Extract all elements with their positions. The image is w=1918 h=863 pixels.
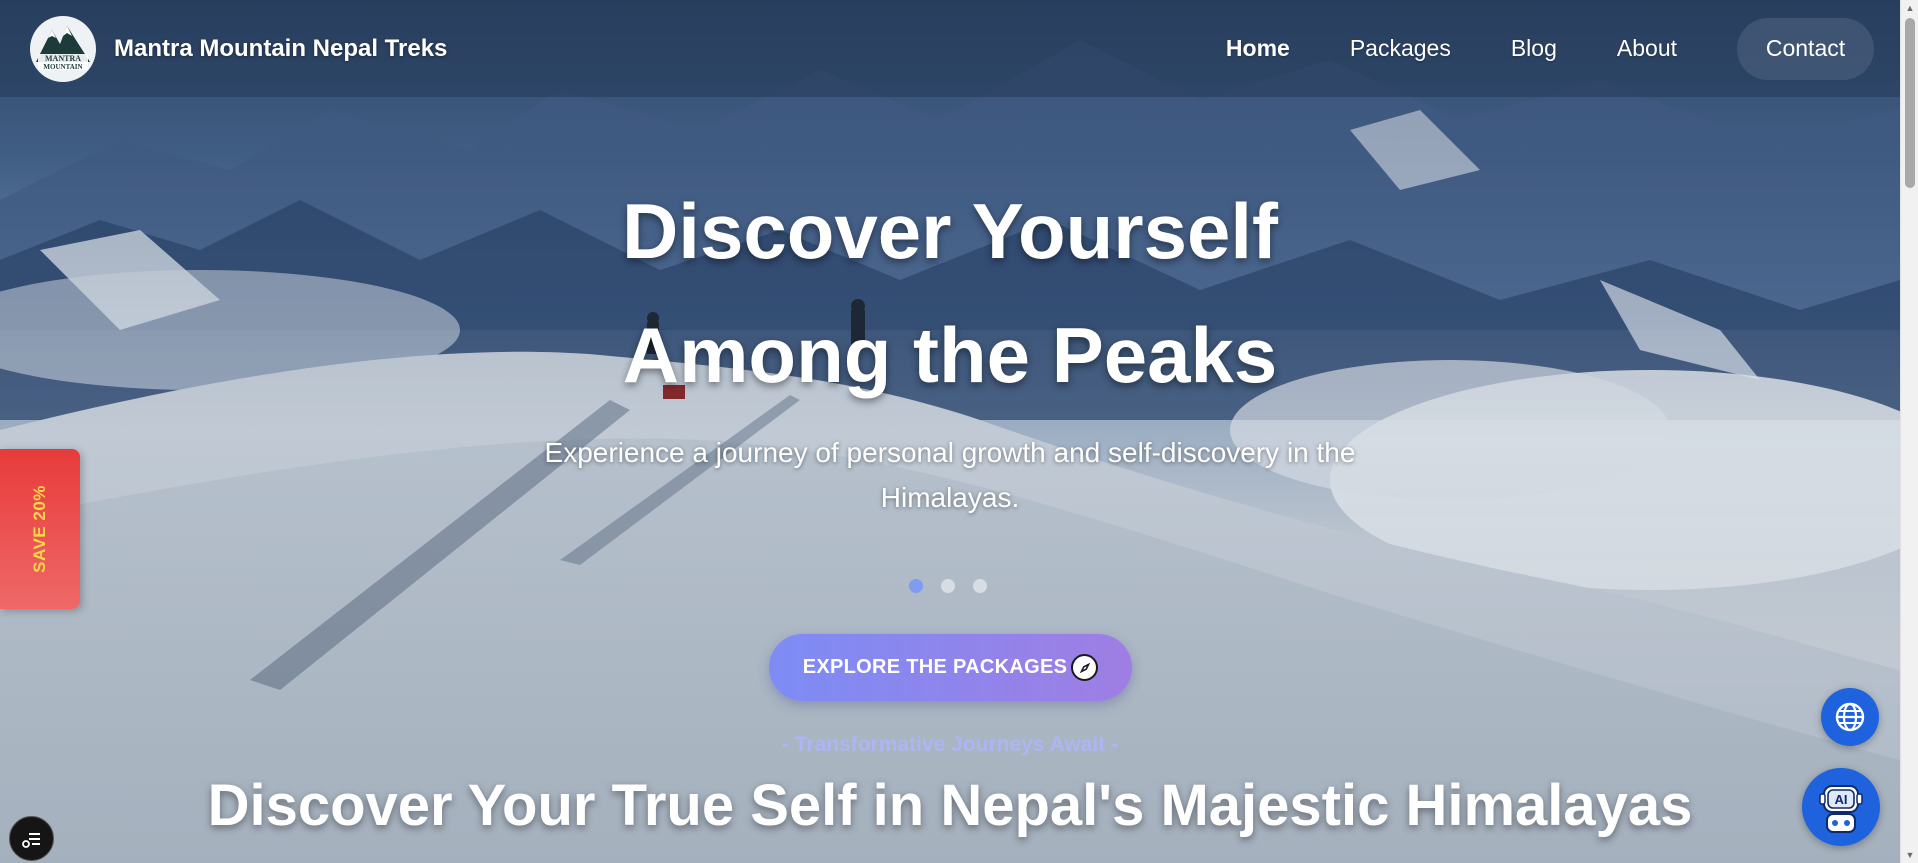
slider-dot-3[interactable] bbox=[973, 579, 987, 593]
svg-text:MOUNTAIN: MOUNTAIN bbox=[43, 63, 82, 71]
brand-name[interactable]: Mantra Mountain Nepal Treks bbox=[114, 35, 447, 63]
brand[interactable]: MANTRA MOUNTAIN Mantra Mountain Nepal Tr… bbox=[30, 15, 447, 82]
language-globe-button[interactable] bbox=[1821, 688, 1879, 746]
explore-packages-button[interactable]: EXPLORE THE PACKAGES bbox=[769, 634, 1132, 701]
scrollbar-thumb[interactable] bbox=[1905, 18, 1915, 188]
filter-menu-button[interactable] bbox=[9, 816, 54, 861]
globe-icon bbox=[1835, 702, 1865, 732]
mountain-logo-icon: MANTRA MOUNTAIN bbox=[31, 16, 95, 81]
compass-icon bbox=[1071, 654, 1099, 681]
brand-logo[interactable]: MANTRA MOUNTAIN bbox=[30, 15, 96, 82]
hero-title-line1: Discover Yourself bbox=[621, 187, 1279, 275]
nav-blog[interactable]: Blog bbox=[1511, 35, 1557, 62]
filter-icon bbox=[21, 832, 40, 848]
svg-text:MANTRA: MANTRA bbox=[45, 54, 81, 63]
scroll-up-arrow-icon[interactable]: ▲ bbox=[1901, 0, 1918, 16]
page-scrollbar[interactable]: ▲ ▼ bbox=[1900, 0, 1918, 863]
main-nav: Home Packages Blog About Contact bbox=[1226, 0, 1900, 97]
explore-packages-label: EXPLORE THE PACKAGES bbox=[802, 656, 1068, 678]
slider-dot-1[interactable] bbox=[909, 579, 923, 593]
save-promo-tab[interactable]: SAVE 20% bbox=[0, 449, 80, 609]
hero-subtitle: Experience a journey of personal growth … bbox=[544, 437, 1356, 513]
nav-about[interactable]: About bbox=[1617, 35, 1677, 62]
top-navbar: MANTRA MOUNTAIN Mantra Mountain Nepal Tr… bbox=[0, 0, 1900, 97]
section-eyebrow: - Transformative Journeys Await - bbox=[781, 733, 1119, 756]
nav-packages[interactable]: Packages bbox=[1350, 35, 1451, 62]
nav-home[interactable]: Home bbox=[1226, 35, 1290, 62]
svg-text:AI: AI bbox=[1835, 792, 1848, 807]
ai-assistant-button[interactable]: AI bbox=[1802, 768, 1880, 846]
ai-robot-icon: AI bbox=[1819, 785, 1863, 833]
slider-dots bbox=[909, 579, 1005, 593]
hero-title-line2: Among the Peaks bbox=[622, 311, 1278, 399]
scroll-down-arrow-icon[interactable]: ▼ bbox=[1901, 847, 1918, 863]
section-title: Discover Your True Self in Nepal's Majes… bbox=[207, 773, 1693, 838]
nav-contact-button[interactable]: Contact bbox=[1737, 17, 1874, 80]
slider-dot-2[interactable] bbox=[941, 579, 955, 593]
save-promo-label: SAVE 20% bbox=[30, 485, 49, 573]
